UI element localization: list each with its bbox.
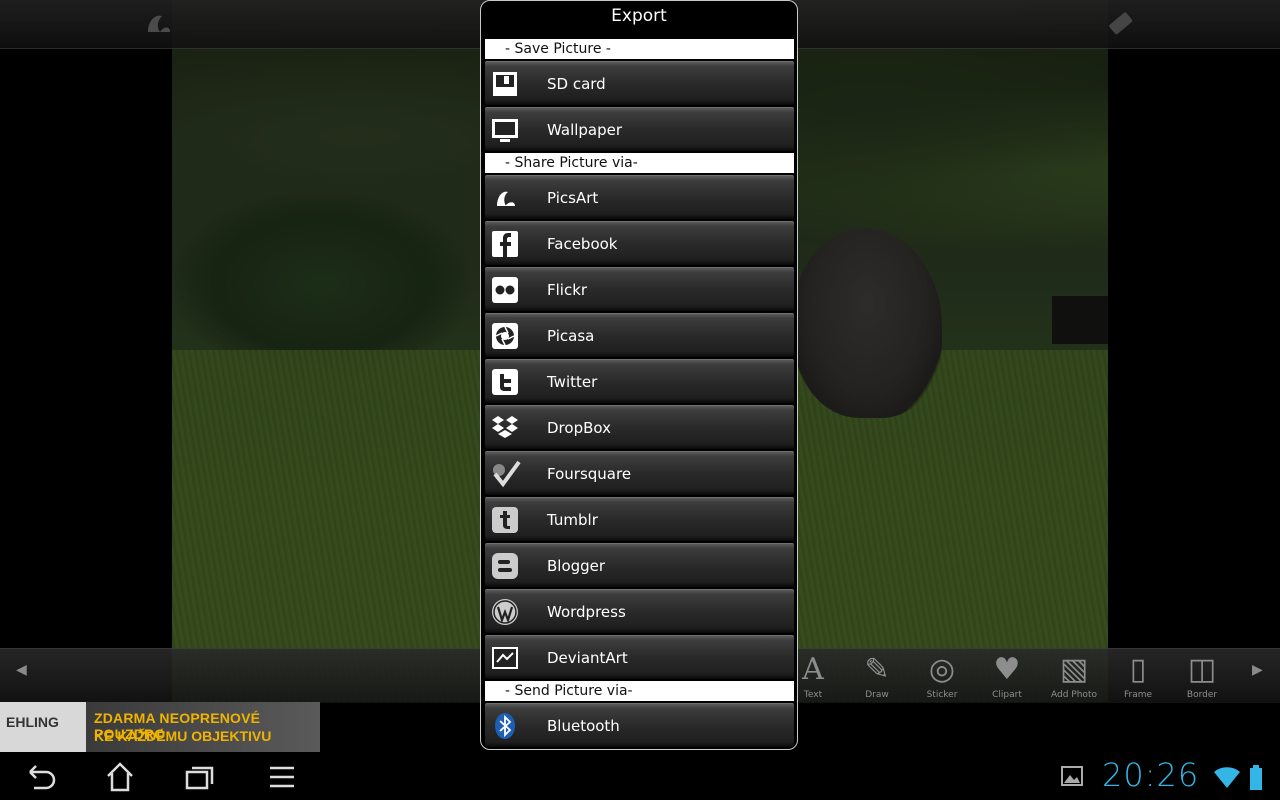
border-icon: ◫	[1187, 652, 1217, 687]
share-foursquare-button[interactable]: Foursquare	[485, 451, 794, 495]
dropbox-icon	[489, 412, 521, 444]
tool-sticker[interactable]: ◎ Sticker	[912, 650, 972, 700]
system-navigation-bar	[0, 752, 1280, 800]
share-facebook-button[interactable]: Facebook	[485, 221, 794, 265]
export-sd-card-button[interactable]: SD card	[485, 61, 794, 105]
scroll-left-arrow-icon[interactable]: ◀	[16, 662, 27, 678]
pencil-icon: ✎	[864, 652, 890, 687]
ad-brand: EHLING	[6, 714, 59, 730]
share-twitter-button[interactable]: Twitter	[485, 359, 794, 403]
export-wallpaper-button[interactable]: Wallpaper	[485, 107, 794, 151]
battery-icon	[1244, 764, 1268, 798]
tool-add-photo[interactable]: ▧ Add Photo	[1044, 650, 1104, 700]
wordpress-icon	[489, 596, 521, 628]
share-picasa-button[interactable]: Picasa	[485, 313, 794, 357]
menu-button[interactable]	[262, 760, 302, 794]
tool-frame[interactable]: ▯ Frame	[1108, 650, 1168, 700]
tool-draw[interactable]: ✎ Draw	[847, 650, 907, 700]
ad-banner[interactable]: EHLING ZDARMA NEOPRENOVÉ POUZDRO KE KAŽD…	[0, 702, 320, 752]
share-blogger-button[interactable]: Blogger	[485, 543, 794, 587]
section-share-picture: - Share Picture via-	[485, 153, 794, 173]
status-clock: 20:26	[1102, 756, 1200, 794]
picasa-icon	[489, 320, 521, 352]
frame-icon: ▯	[1129, 652, 1147, 687]
deviantart-icon	[489, 642, 521, 674]
home-button[interactable]	[100, 760, 140, 794]
send-bluetooth-button[interactable]: Bluetooth	[485, 703, 794, 747]
heart-star-icon: ♥	[993, 652, 1021, 687]
share-flickr-button[interactable]: Flickr	[485, 267, 794, 311]
ad-body: ZDARMA NEOPRENOVÉ POUZDRO KE KAŽDÉMU OBJ…	[86, 702, 320, 752]
back-button[interactable]	[20, 760, 60, 794]
add-photo-icon: ▧	[1059, 652, 1089, 687]
gallery-notification-icon[interactable]	[1052, 762, 1092, 796]
share-deviantart-button[interactable]: DeviantArt	[485, 635, 794, 679]
bluetooth-icon	[489, 710, 521, 742]
recent-apps-button[interactable]	[180, 760, 220, 794]
section-save-picture: - Save Picture -	[485, 39, 794, 59]
flickr-icon	[489, 274, 521, 306]
tumblr-icon	[489, 504, 521, 536]
scroll-right-arrow-icon[interactable]: ▶	[1252, 662, 1263, 678]
facebook-icon	[489, 228, 521, 260]
section-send-picture: - Send Picture via-	[485, 681, 794, 701]
share-wordpress-button[interactable]: Wordpress	[485, 589, 794, 633]
ad-line-2: KE KAŽDÉMU OBJEKTIVU	[94, 728, 272, 744]
picsart-icon	[489, 182, 521, 214]
tool-clipart[interactable]: ♥ Clipart	[977, 650, 1037, 700]
foursquare-icon	[489, 458, 521, 490]
monitor-icon	[489, 114, 521, 146]
sticker-icon: ◎	[928, 652, 956, 687]
dialog-title: Export	[611, 6, 667, 26]
export-dialog: Export - Save Picture - SD card Wallpape…	[480, 0, 798, 750]
twitter-icon	[489, 366, 521, 398]
tool-border[interactable]: ◫ Border	[1172, 650, 1232, 700]
ad-logo: EHLING	[0, 702, 86, 752]
share-tumblr-button[interactable]: Tumblr	[485, 497, 794, 541]
share-picsart-button[interactable]: PicsArt	[485, 175, 794, 219]
share-dropbox-button[interactable]: DropBox	[485, 405, 794, 449]
wifi-icon	[1212, 762, 1242, 796]
floppy-disk-icon	[489, 68, 521, 100]
blogger-icon	[489, 550, 521, 582]
